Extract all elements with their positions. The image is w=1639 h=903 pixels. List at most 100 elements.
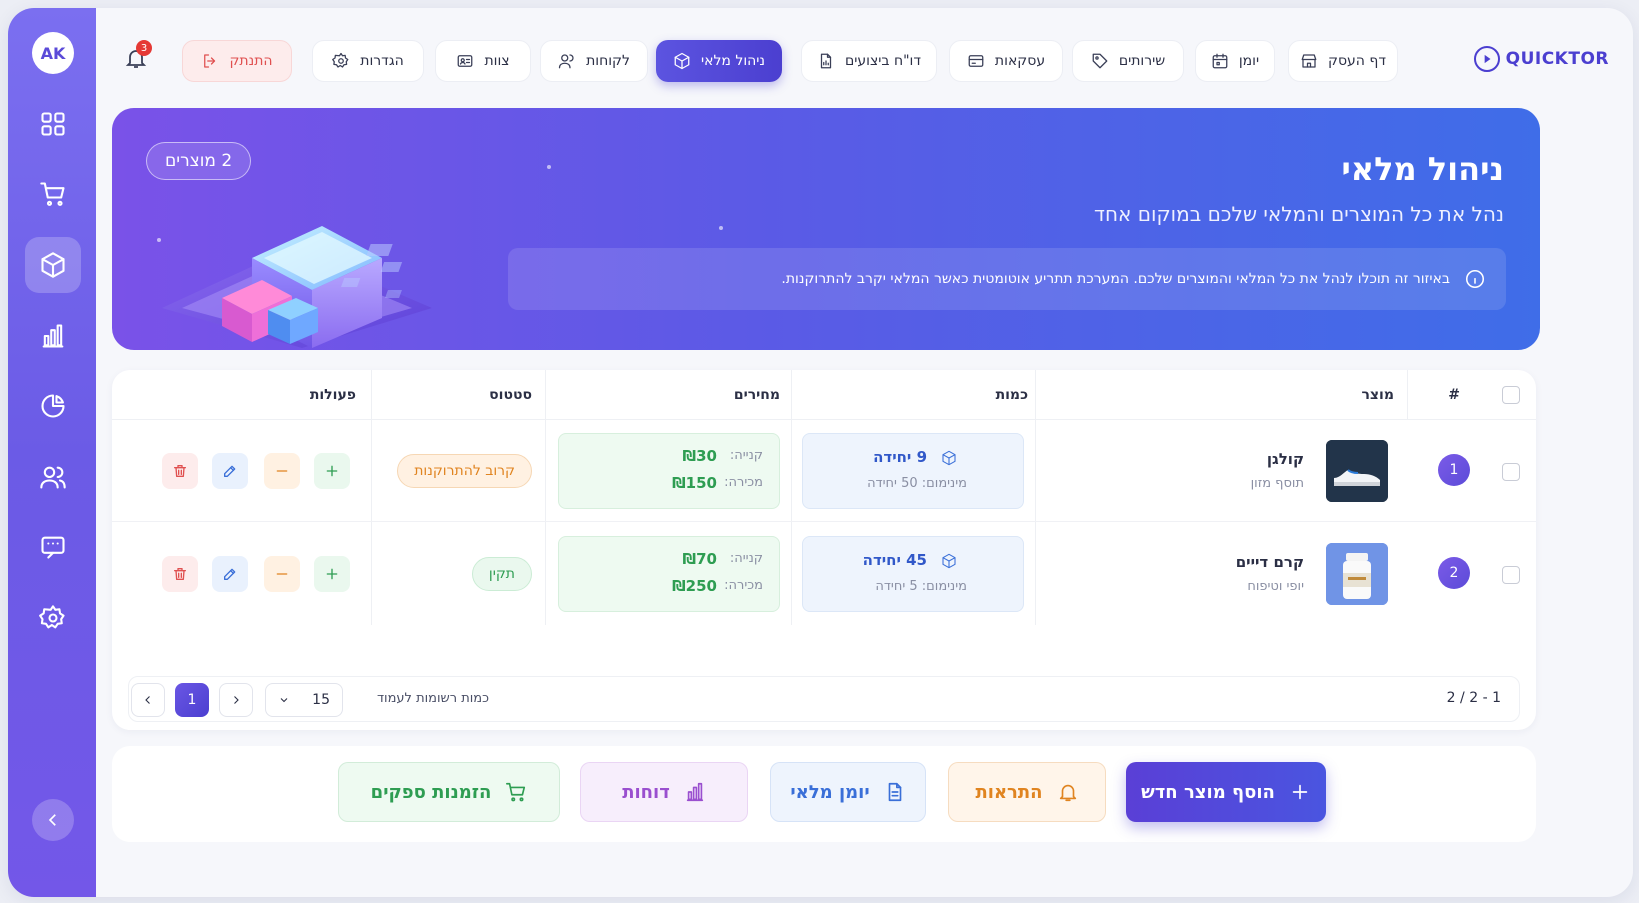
table-row[interactable]: 2 קרם דייים יופי וטיפוח 45 יחידה מינימום… — [112, 523, 1536, 625]
brand-name: QUICKTOR — [1505, 49, 1609, 69]
sidebar-reports[interactable] — [25, 308, 81, 364]
edit-button[interactable] — [212, 556, 248, 592]
row-checkbox[interactable] — [1502, 566, 1520, 584]
file-icon — [888, 782, 901, 802]
nav-deals-label: עסקאות — [994, 53, 1046, 69]
decrease-stock-button[interactable] — [264, 453, 300, 489]
add-product-button[interactable]: הוסף מוצר חדש — [1126, 762, 1326, 822]
quick-actions: הוסף מוצר חדש התראות יומן מלאי דוחות הזמ… — [112, 746, 1536, 842]
nav-calendar-label: יומן — [1238, 53, 1260, 69]
nav-deals[interactable]: עסקאות — [949, 40, 1063, 82]
nav-inventory[interactable]: ניהול מלאי — [656, 40, 782, 82]
edit-button[interactable] — [212, 453, 248, 489]
increase-stock-button[interactable] — [314, 453, 350, 489]
sell-price: ₪250 — [672, 577, 717, 595]
page-button-current[interactable]: 1 — [175, 683, 209, 717]
nav-calendar[interactable]: יומן — [1195, 40, 1275, 82]
sidebar-settings[interactable] — [25, 590, 81, 646]
box-icon — [942, 450, 956, 466]
inventory-log-button[interactable]: יומן מלאי — [770, 762, 926, 822]
nav-settings[interactable]: הגדרות — [312, 40, 424, 82]
delete-button[interactable] — [162, 453, 198, 489]
trash-icon — [174, 465, 186, 477]
table-header: # מוצר כמות מחירים סטטוס פעולות — [112, 370, 1536, 420]
brand-logo[interactable]: QUICKTOR — [1473, 46, 1609, 72]
notification-count: 3 — [136, 40, 152, 56]
chevron-down-icon — [280, 698, 288, 703]
quantity-value: 9 יחידה — [873, 448, 927, 466]
gear-icon — [39, 605, 65, 629]
select-all-checkbox[interactable] — [1502, 386, 1520, 404]
decor-dot — [547, 165, 551, 169]
quantity-box: 9 יחידה מינימום: 50 יחידה — [802, 433, 1024, 509]
file-chart-icon — [820, 53, 832, 69]
alerts-label: התראות — [975, 781, 1043, 803]
page-subtitle: נהל את כל המוצרים והמלאי שלכם במוקום אחד — [1094, 202, 1504, 226]
minus-icon — [276, 470, 288, 472]
logout-button[interactable]: התנתק — [182, 40, 292, 82]
pagination-range: 1 - 2 / 2 — [1446, 690, 1501, 706]
next-page-button[interactable] — [219, 683, 253, 717]
quantity-value: 45 יחידה — [862, 551, 927, 569]
product-name: קולגן — [1266, 450, 1304, 468]
minus-icon — [276, 573, 288, 575]
nav-performance[interactable]: דו"ח ביצועים — [801, 40, 937, 82]
page-title: ניהול מלאי — [1341, 150, 1504, 188]
supplier-orders-button[interactable]: הזמנות ספקים — [338, 762, 560, 822]
nav-team[interactable]: צוות — [435, 40, 531, 82]
price-box: קנייה: ₪30 מכירה: ₪150 — [558, 433, 780, 509]
col-quantity: כמות — [995, 387, 1028, 403]
message-icon — [41, 536, 65, 559]
nav-settings-label: הגדרות — [360, 53, 404, 69]
prev-page-button[interactable] — [131, 683, 165, 717]
grid-icon — [41, 112, 65, 136]
price-box: קנייה: ₪70 מכירה: ₪250 — [558, 536, 780, 612]
increase-stock-button[interactable] — [314, 556, 350, 592]
quantity-minimum: מינימום: 5 יחידה — [875, 579, 967, 594]
plus-icon — [326, 568, 338, 580]
row-index: 2 — [1438, 557, 1470, 589]
supplier-orders-label: הזמנות ספקים — [370, 781, 492, 803]
alerts-button[interactable]: התראות — [948, 762, 1106, 822]
plus-icon — [1292, 784, 1308, 800]
box-icon — [41, 252, 65, 278]
box-icon — [674, 52, 690, 70]
sidebar-messages[interactable] — [25, 519, 81, 575]
table-row[interactable]: 1 קולגן תוסף מזון 9 יחידה מינימום: 50 יח… — [112, 420, 1536, 522]
row-checkbox[interactable] — [1502, 463, 1520, 481]
cart-icon — [506, 782, 526, 802]
logout-label: התנתק — [229, 53, 273, 69]
trash-icon — [174, 568, 186, 580]
col-prices: מחירים — [733, 387, 780, 403]
reports-button[interactable]: דוחות — [580, 762, 748, 822]
gear-icon — [332, 52, 349, 68]
nav-services-label: שירותים — [1118, 53, 1166, 69]
nav-services[interactable]: שירותים — [1072, 40, 1184, 82]
app-frame: AK 3 התנתק הגדרות צוות לקוחות ניהול מלאי… — [8, 8, 1633, 897]
logout-icon — [204, 54, 216, 68]
chevron-left-icon — [145, 696, 150, 704]
divider — [1407, 370, 1408, 420]
collapse-sidebar-button[interactable] — [32, 799, 74, 841]
nav-clients[interactable]: לקוחות — [540, 40, 648, 82]
hero-banner: ניהול מלאי נהל את כל המוצרים והמלאי שלכם… — [112, 108, 1540, 350]
sidebar-dashboard[interactable] — [25, 96, 81, 152]
avatar[interactable]: AK — [32, 32, 74, 74]
nav-home-label: דף העסק — [1328, 53, 1386, 69]
sidebar-users[interactable] — [25, 449, 81, 505]
product-category: יופי וטיפוח — [1247, 579, 1304, 594]
decrease-stock-button[interactable] — [264, 556, 300, 592]
sidebar-inventory[interactable] — [25, 237, 81, 293]
pie-chart-icon — [41, 394, 65, 418]
buy-label: קנייה: — [729, 551, 763, 566]
edit-icon — [224, 465, 236, 477]
delete-button[interactable] — [162, 556, 198, 592]
sidebar-analytics[interactable] — [25, 378, 81, 434]
notifications-button[interactable]: 3 — [118, 38, 154, 78]
row-index: 1 — [1438, 454, 1470, 486]
buy-label: קנייה: — [729, 448, 763, 463]
nav-home[interactable]: דף העסק — [1288, 40, 1398, 82]
sidebar-orders[interactable] — [25, 166, 81, 222]
product-image-sneaker — [1326, 440, 1388, 502]
per-page-select[interactable]: 15 — [265, 683, 343, 717]
